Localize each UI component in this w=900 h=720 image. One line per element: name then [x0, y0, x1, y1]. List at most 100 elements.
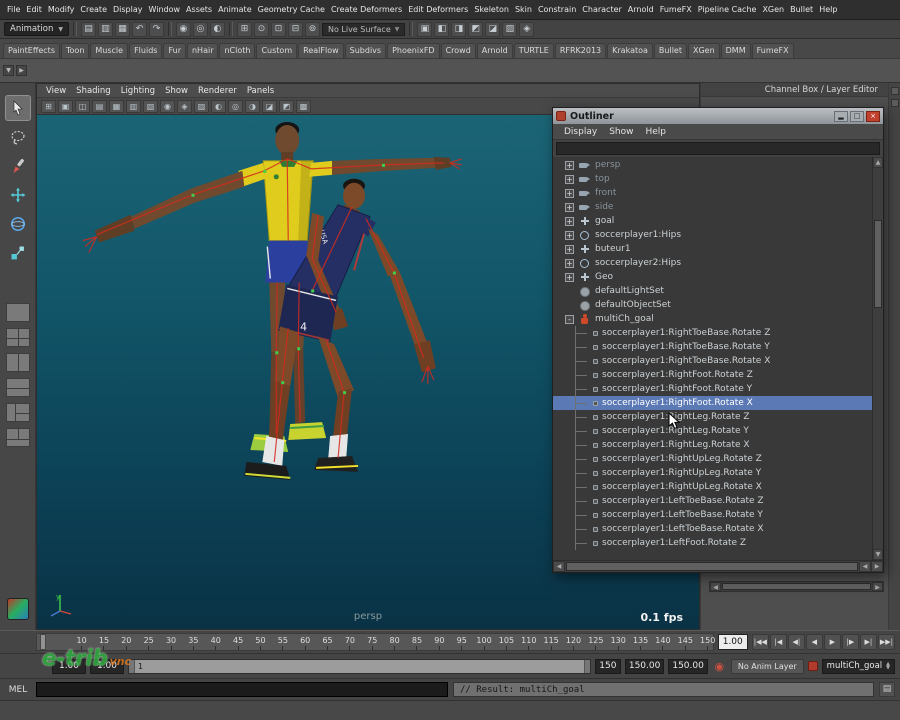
menu-item[interactable]: Window	[146, 0, 184, 19]
ipr-render-icon[interactable]: ◨	[451, 21, 467, 37]
shelf-tab[interactable]: Krakatoa	[607, 43, 653, 58]
scrollbar-track[interactable]	[873, 168, 883, 549]
save-scene-icon[interactable]: ▦	[114, 21, 130, 37]
panel-menu-item[interactable]: View	[42, 86, 70, 96]
outliner-attr-item[interactable]: soccerplayer1:RightLeg.Rotate X	[553, 438, 872, 452]
outliner-attr-item[interactable]: soccerplayer1:RightToeBase.Rotate Y	[553, 340, 872, 354]
scrollbar-thumb[interactable]	[722, 583, 871, 590]
camera-attributes-icon[interactable]: ◉	[160, 99, 175, 113]
menu-item[interactable]: Geometry Cache	[255, 0, 328, 19]
shelf-tab[interactable]: Fur	[163, 43, 186, 58]
layout-persp-outliner-button[interactable]	[5, 403, 30, 422]
current-time-marker[interactable]	[40, 634, 47, 650]
menu-item[interactable]: Pipeline Cache	[695, 0, 760, 19]
animation-end-field[interactable]: 150.00	[624, 658, 665, 674]
outliner-item[interactable]: defaultObjectSet	[553, 298, 872, 312]
shelf-tab[interactable]: RFRK2013	[554, 43, 607, 58]
select-tool-button[interactable]	[4, 95, 31, 121]
select-component-icon[interactable]: ◐	[209, 21, 225, 37]
character-set-key-icon[interactable]	[807, 661, 818, 671]
scroll-up-icon[interactable]: ▲	[873, 157, 883, 168]
close-button[interactable]: ×	[866, 110, 880, 122]
outliner-attr-item[interactable]: soccerplayer1:LeftToeBase.Rotate Y	[553, 508, 872, 522]
bookmarks-icon[interactable]: ◈	[177, 99, 192, 113]
expand-toggle[interactable]: +	[565, 160, 574, 170]
redo-icon[interactable]: ↷	[148, 21, 164, 37]
outliner-attr-item[interactable]: soccerplayer1:RightFoot.Rotate Z	[553, 368, 872, 382]
outliner-menu-item[interactable]: Display	[559, 127, 602, 137]
character-set-selector[interactable]: multiCh_goal ▲ ▼	[821, 658, 895, 674]
grid-icon[interactable]: ⊞	[41, 99, 56, 113]
scrollbar-thumb[interactable]	[874, 220, 882, 308]
menu-item[interactable]: Edit	[23, 0, 45, 19]
shelf-tab[interactable]: nHair	[186, 43, 219, 58]
show-manipulators-icon[interactable]: ◈	[519, 21, 535, 37]
outliner-item[interactable]: + front	[553, 186, 872, 200]
toggle-tool-settings-icon[interactable]	[890, 99, 899, 107]
menu-item[interactable]: Animate	[215, 0, 255, 19]
outliner-attr-item[interactable]: soccerplayer1:RightFoot.Rotate X	[553, 396, 872, 410]
outliner-item[interactable]: + Geo	[553, 270, 872, 284]
shelf-options-icon[interactable]: ▶	[16, 65, 27, 76]
layout-two-pane-side-button[interactable]	[5, 353, 30, 372]
outliner-item[interactable]: + persp	[553, 158, 872, 172]
scroll-left-icon[interactable]: ◀	[710, 582, 721, 591]
panel-menu-item[interactable]: Lighting	[117, 86, 159, 96]
scroll-left-icon[interactable]: ◀	[859, 561, 871, 572]
isolate-select-icon[interactable]: ◎	[228, 99, 243, 113]
range-slider[interactable]: 1	[128, 658, 591, 674]
scroll-left-icon[interactable]: ◀	[553, 561, 565, 572]
scroll-right-icon[interactable]: ▶	[871, 561, 883, 572]
menu-item[interactable]: Create Deformers	[328, 0, 405, 19]
select-hierarchy-icon[interactable]: ◉	[175, 21, 191, 37]
menu-item[interactable]: Edit Deformers	[405, 0, 471, 19]
lasso-tool-button[interactable]	[5, 124, 31, 150]
outliner-attr-item[interactable]: soccerplayer1:RightToeBase.Rotate Z	[553, 326, 872, 340]
outliner-item[interactable]: + soccerplayer2:Hips	[553, 256, 872, 270]
lighting-icon[interactable]: ◑	[245, 99, 260, 113]
gate-mask-icon[interactable]: ▤	[92, 99, 107, 113]
outliner-attr-item[interactable]: soccerplayer1:RightLeg.Rotate Y	[553, 424, 872, 438]
outliner-item[interactable]: - multiCh_goal	[553, 312, 872, 326]
mel-command-input[interactable]	[36, 682, 448, 697]
toolbar-divider[interactable]	[167, 22, 172, 36]
shelf-tab[interactable]: RealFlow	[298, 43, 344, 58]
menu-item[interactable]: Create	[77, 0, 110, 19]
shelf-tab[interactable]: PaintEffects	[3, 43, 60, 58]
wireframe-on-shaded-icon[interactable]: ▩	[296, 99, 311, 113]
menu-item[interactable]: Character	[579, 0, 625, 19]
channel-box-tab[interactable]: Channel Box / Layer Editor	[701, 83, 900, 97]
new-scene-icon[interactable]: ▤	[80, 21, 96, 37]
go-to-end-button[interactable]: ▶▶|	[877, 634, 895, 650]
script-editor-icon[interactable]: ▤	[879, 682, 895, 697]
outliner-menu-item[interactable]: Show	[604, 127, 638, 137]
shelf-tab[interactable]: XGen	[687, 43, 720, 58]
shelf-menu-icon[interactable]: ▼	[3, 65, 14, 76]
expand-toggle[interactable]: +	[565, 244, 574, 254]
outliner-item[interactable]: + goal	[553, 214, 872, 228]
open-scene-icon[interactable]: ▥	[97, 21, 113, 37]
outliner-attr-item[interactable]: soccerplayer1:LeftToeBase.Rotate Z	[553, 494, 872, 508]
panel-menu-item[interactable]: Renderer	[194, 86, 241, 96]
outliner-attr-item[interactable]: soccerplayer1:LeftFoot.Rotate Z	[553, 536, 872, 550]
outliner-attr-item[interactable]: soccerplayer1:RightLeg.Rotate Z	[553, 410, 872, 424]
playback-start-field[interactable]: 1.00	[90, 658, 124, 674]
panel-menu-item[interactable]: Panels	[243, 86, 278, 96]
menu-item[interactable]: Assets	[183, 0, 215, 19]
outliner-attr-item[interactable]: soccerplayer1:RightUpLeg.Rotate Y	[553, 466, 872, 480]
outliner-item[interactable]: + soccerplayer1:Hips	[553, 228, 872, 242]
panel-menu-item[interactable]: Shading	[72, 86, 115, 96]
current-frame-field[interactable]: 1.00	[717, 634, 748, 650]
scroll-down-icon[interactable]: ▼	[873, 549, 883, 560]
shelf-tab[interactable]: Crowd	[440, 43, 476, 58]
layout-persp-graph-button[interactable]	[5, 428, 30, 447]
film-gate-icon[interactable]: ▣	[58, 99, 73, 113]
expand-toggle[interactable]: +	[565, 230, 574, 240]
render-settings-icon[interactable]: ◩	[468, 21, 484, 37]
play-backwards-button[interactable]: ◀	[805, 634, 823, 650]
safe-action-icon[interactable]: ▥	[126, 99, 141, 113]
outliner-attr-item[interactable]: soccerplayer1:LeftToeBase.Rotate X	[553, 522, 872, 536]
layout-four-pane-button[interactable]	[5, 328, 30, 347]
outliner-attr-item[interactable]: soccerplayer1:RightUpLeg.Rotate Z	[553, 452, 872, 466]
play-forward-button[interactable]: ▶	[823, 634, 841, 650]
